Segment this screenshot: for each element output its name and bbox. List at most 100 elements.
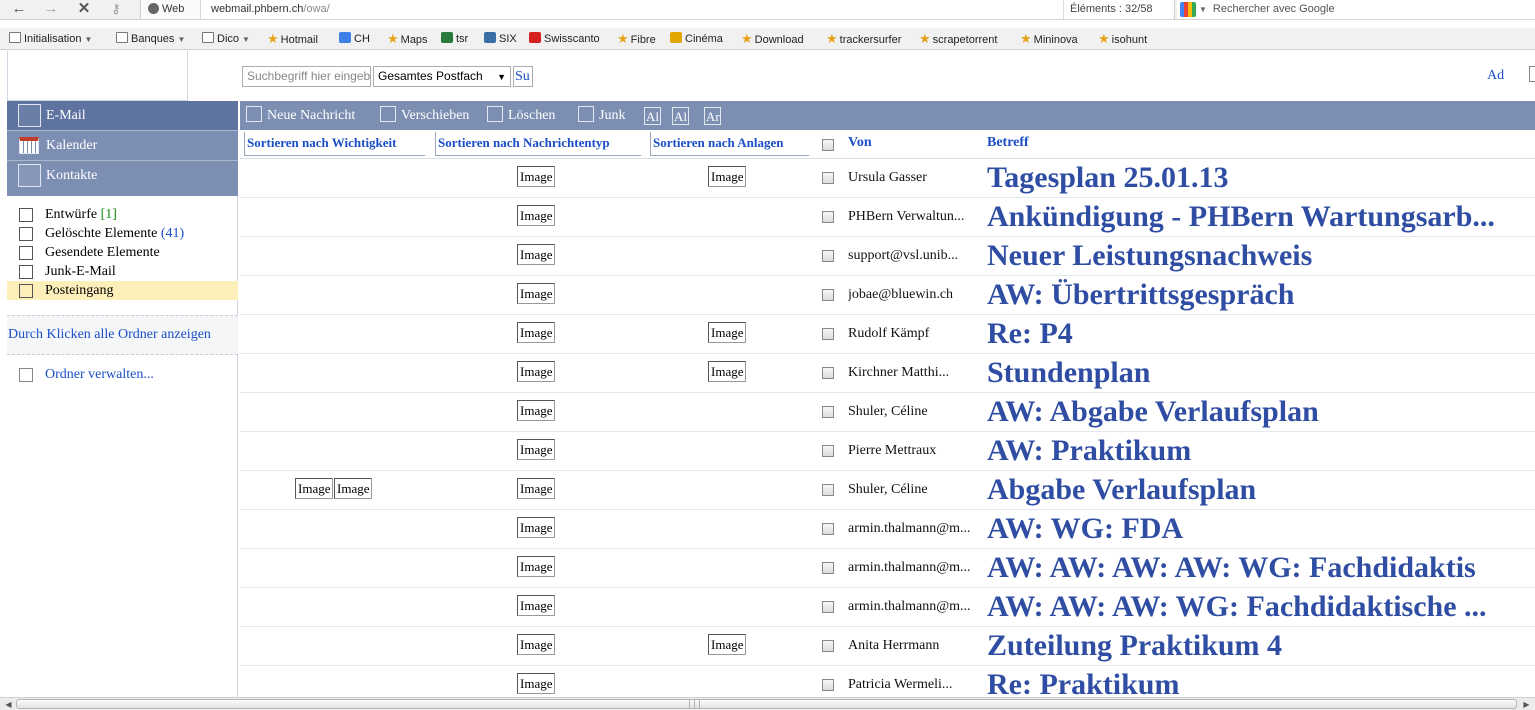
- message-checkbox[interactable]: [822, 523, 834, 535]
- manage-folders-link[interactable]: Ordner verwalten...: [7, 365, 238, 385]
- bookmark-swisscanto[interactable]: Swisscanto: [529, 31, 600, 47]
- bookmark-maps[interactable]: ★ Maps: [387, 31, 428, 47]
- show-all-folders-link[interactable]: Durch Klicken alle Ordner anzeigen: [7, 315, 238, 355]
- bookmark-download[interactable]: ★ Download: [741, 31, 804, 47]
- bookmark-fibre[interactable]: ★ Fibre: [617, 31, 656, 47]
- message-subject[interactable]: Tagesplan 25.01.13: [987, 161, 1228, 195]
- bookmark-ch[interactable]: CH: [339, 31, 370, 47]
- sort-attachments-button[interactable]: Sortieren nach Anlagen: [650, 132, 809, 156]
- message-checkbox[interactable]: [822, 172, 834, 184]
- junk-button[interactable]: Junk: [578, 101, 625, 130]
- folder-inbox[interactable]: Posteingang: [7, 281, 238, 300]
- bookmark-trackersurfer[interactable]: ★ trackersurfer: [826, 31, 901, 47]
- message-checkbox[interactable]: [822, 250, 834, 262]
- bookmark-hotmail[interactable]: ★ Hotmail: [267, 31, 318, 47]
- message-row[interactable]: Image support@vsl.unib... Neuer Leistungsn…: [240, 237, 1535, 276]
- message-subject[interactable]: AW: AW: AW: WG: Fachdidaktische ...: [987, 590, 1487, 624]
- bookmark-tsr[interactable]: tsr: [441, 31, 468, 47]
- folder-icon: [116, 32, 128, 43]
- message-subject[interactable]: Ankündigung - PHBern Wartungsarb...: [987, 200, 1495, 234]
- folder-drafts[interactable]: Entwürfe [1]: [7, 205, 238, 224]
- bookmark-cin-ma[interactable]: Cinéma: [670, 31, 723, 47]
- address-book-link[interactable]: Ad: [1487, 68, 1504, 84]
- forward-arrow-icon[interactable]: →: [40, 0, 62, 18]
- message-subject[interactable]: AW: AW: AW: AW: WG: Fachdidaktis: [987, 551, 1476, 585]
- address-bar[interactable]: Web webmail.phbern.ch/owa/ Éléments : 32…: [140, 0, 1175, 19]
- message-subject[interactable]: AW: Übertrittsgespräch: [987, 278, 1294, 312]
- message-row[interactable]: Image armin.thalmann@m... AW: AW: AW: AW: …: [240, 549, 1535, 588]
- message-row[interactable]: Image Image Ursula Gasser Tagesplan 25.01.1…: [240, 159, 1535, 198]
- folder-junk-email[interactable]: Junk-E-Mail: [7, 262, 238, 281]
- message-checkbox[interactable]: [822, 445, 834, 457]
- bookmark-dico[interactable]: Dico ▼: [202, 31, 250, 47]
- message-checkbox[interactable]: [822, 406, 834, 418]
- sort-importance-button[interactable]: Sortieren nach Wichtigkeit: [244, 132, 425, 156]
- message-subject[interactable]: AW: Abgabe Verlaufsplan: [987, 395, 1319, 429]
- mail-search-input[interactable]: Suchbegriff hier eingeben: [242, 66, 371, 87]
- bookmark-mininova[interactable]: ★ Mininova: [1020, 31, 1078, 47]
- move-button[interactable]: Verschieben: [380, 101, 469, 130]
- bookmark-banques[interactable]: Banques ▼: [116, 31, 185, 47]
- message-subject[interactable]: Abgabe Verlaufsplan: [987, 473, 1256, 507]
- message-checkbox[interactable]: [822, 328, 834, 340]
- message-checkbox[interactable]: [822, 640, 834, 652]
- bookmark-scrapetorrent[interactable]: ★ scrapetorrent: [919, 31, 997, 47]
- reply-all-button[interactable]: Al: [644, 107, 661, 125]
- message-subject[interactable]: Re: P4: [987, 317, 1073, 351]
- message-row[interactable]: Image Shuler, Céline AW: Abgabe Verlaufspl…: [240, 393, 1535, 432]
- message-subject[interactable]: Zuteilung Praktikum 4: [987, 629, 1282, 663]
- message-checkbox[interactable]: [822, 562, 834, 574]
- options-icon[interactable]: [1529, 66, 1535, 82]
- close-icon[interactable]: ✕: [73, 0, 95, 18]
- key-icon[interactable]: ⚷: [105, 0, 127, 18]
- message-row[interactable]: Image Image Rudolf Kämpf Re: P4: [240, 315, 1535, 354]
- chevron-down-icon[interactable]: ▼: [1199, 5, 1207, 14]
- message-row[interactable]: Image Image Kirchner Matthi... Stundenplan: [240, 354, 1535, 393]
- scroll-right-icon[interactable]: ▶: [1520, 699, 1533, 710]
- forward-button[interactable]: Ar: [704, 107, 721, 125]
- search-scope-select[interactable]: Gesamtes Postfach ▼: [373, 66, 511, 87]
- message-checkbox[interactable]: [822, 211, 834, 223]
- message-subject[interactable]: AW: Praktikum: [987, 434, 1191, 468]
- reply-all-alt-button[interactable]: Al: [672, 107, 689, 125]
- message-checkbox[interactable]: [822, 601, 834, 613]
- message-checkbox[interactable]: [822, 679, 834, 691]
- horizontal-scrollbar[interactable]: ◀ │││ ▶: [0, 697, 1535, 710]
- message-subject[interactable]: Re: Praktikum: [987, 668, 1179, 697]
- message-subject[interactable]: Neuer Leistungsnachweis: [987, 239, 1312, 273]
- module-email[interactable]: E-Mail: [7, 101, 238, 130]
- message-row[interactable]: Image Image Image Shuler, Céline Abgabe Verl…: [240, 471, 1535, 510]
- message-row[interactable]: Image Patricia Wermeli... Re: Praktikum: [240, 666, 1535, 697]
- folder-deleted-items[interactable]: Gelöschte Elemente (41): [7, 224, 238, 243]
- select-all-checkbox[interactable]: [822, 139, 834, 151]
- bookmark-initialisation[interactable]: Initialisation ▼: [9, 31, 92, 47]
- delete-button[interactable]: Löschen: [487, 101, 555, 130]
- module-calendar[interactable]: Kalender: [7, 131, 238, 160]
- message-checkbox[interactable]: [822, 367, 834, 379]
- message-row[interactable]: Image armin.thalmann@m... AW: AW: AW: WG: …: [240, 588, 1535, 627]
- site-info-chip[interactable]: Web: [141, 0, 201, 19]
- message-row[interactable]: Image PHBern Verwaltun... Ankündigung - PH…: [240, 198, 1535, 237]
- sort-type-button[interactable]: Sortieren nach Nachrichtentyp: [435, 132, 641, 156]
- new-message-button[interactable]: Neue Nachricht: [246, 101, 355, 130]
- message-row[interactable]: Image Pierre Mettraux AW: Praktikum: [240, 432, 1535, 471]
- browser-search-box[interactable]: ▼ Rechercher avec Google: [1177, 0, 1535, 19]
- subject-column-header[interactable]: Betreff: [987, 135, 1029, 151]
- bookmark-isohunt[interactable]: ★ isohunt: [1098, 31, 1147, 47]
- message-checkbox[interactable]: [822, 289, 834, 301]
- message-row[interactable]: Image armin.thalmann@m... AW: WG: FDA: [240, 510, 1535, 549]
- message-checkbox[interactable]: [822, 484, 834, 496]
- message-row[interactable]: Image jobae@bluewin.ch AW: Übertrittsgespr…: [240, 276, 1535, 315]
- message-subject[interactable]: Stundenplan: [987, 356, 1150, 390]
- scroll-thumb[interactable]: │││: [16, 699, 1517, 709]
- from-column-header[interactable]: Von: [848, 135, 872, 151]
- message-row[interactable]: Image Image Anita Herrmann Zuteilung Prakti…: [240, 627, 1535, 666]
- message-type-image-placeholder: Image: [517, 400, 556, 421]
- folder-sent-items[interactable]: Gesendete Elemente: [7, 243, 238, 262]
- bookmark-six[interactable]: SIX: [484, 31, 517, 47]
- search-button[interactable]: Su: [513, 66, 533, 87]
- back-arrow-icon[interactable]: ←: [8, 0, 30, 18]
- scroll-left-icon[interactable]: ◀: [2, 699, 15, 710]
- module-contacts[interactable]: Kontakte: [7, 161, 238, 190]
- message-subject[interactable]: AW: WG: FDA: [987, 512, 1183, 546]
